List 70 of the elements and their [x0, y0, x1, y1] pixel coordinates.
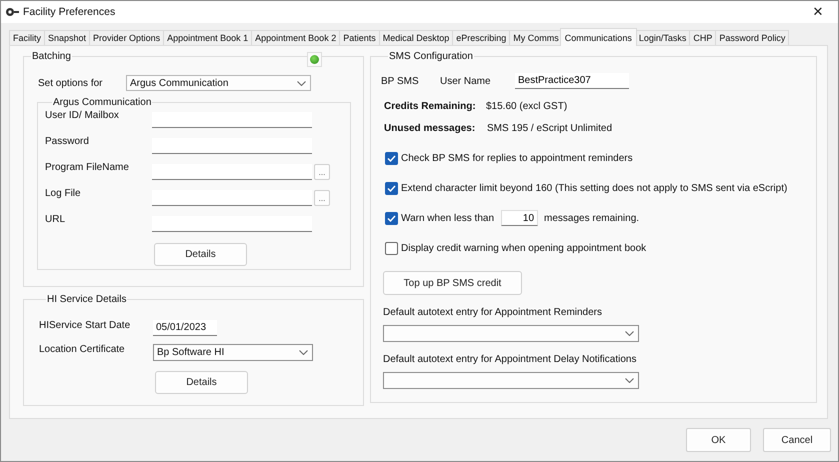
group-title: Batching	[31, 51, 72, 62]
details-button[interactable]: Details	[155, 371, 248, 394]
status-dot-icon	[310, 55, 319, 64]
input-field[interactable]	[152, 138, 312, 154]
checkbox-label[interactable]: Check BP SMS for replies to appointment reminders	[401, 152, 633, 164]
checkbox-label[interactable]: Display credit warning when opening appointment book	[401, 242, 646, 254]
close-button[interactable]: ✕	[798, 1, 838, 23]
group-title: Argus Communication	[52, 97, 152, 108]
dropdown[interactable]: Bp Software HI	[153, 344, 313, 360]
check-icon	[387, 184, 396, 192]
checkbox[interactable]	[385, 182, 398, 194]
info-label: Credits Remaining:	[384, 101, 477, 112]
field-label: Default autotext entry for Appointment Delay Notifications	[383, 354, 636, 365]
checkbox[interactable]	[385, 242, 398, 254]
field-label: User ID/ Mailbox	[45, 110, 120, 121]
service-label: BP SMS	[381, 76, 420, 86]
field-label: Program FileName	[45, 162, 130, 173]
input-field[interactable]	[152, 112, 312, 128]
tab[interactable]: Appointment Book 2	[251, 30, 340, 45]
group-title: HI Service Details	[46, 294, 128, 305]
field-label: User Name	[440, 76, 492, 86]
field-label: Set options for	[38, 78, 104, 88]
tab[interactable]: Medical Desktop	[378, 30, 454, 45]
input-field[interactable]	[152, 164, 312, 180]
tab[interactable]: Snapshot	[44, 30, 90, 45]
info-label: Unused messages:	[384, 123, 476, 134]
date-field[interactable]: 05/01/2023	[153, 320, 217, 336]
window-title: Facility Preferences	[23, 6, 116, 18]
dropdown[interactable]	[383, 325, 639, 342]
dialog-button[interactable]: OK	[686, 428, 751, 452]
field-label: Password	[45, 136, 90, 147]
tab[interactable]: Password Policy	[715, 30, 790, 45]
info-value: $15.60 (excl GST)	[486, 101, 568, 112]
tab[interactable]: Communications	[560, 28, 637, 46]
input-field[interactable]: BestPractice307	[515, 73, 629, 89]
tab[interactable]: Provider Options	[89, 30, 164, 45]
browse-button[interactable]: ...	[314, 164, 330, 180]
info-value: SMS 195 / eScript Unlimited	[487, 123, 612, 134]
check-icon	[387, 214, 396, 222]
field-label: HIService Start Date	[39, 320, 132, 331]
field-label: Location Certificate	[39, 344, 126, 355]
tab[interactable]: Login/Tasks	[634, 30, 690, 45]
field-label: Default autotext entry for Appointment Reminders	[383, 307, 602, 318]
checkbox-label[interactable]: Warn when less than	[401, 212, 494, 224]
chevron-down-icon	[299, 350, 308, 354]
checkbox[interactable]	[385, 212, 398, 224]
field-suffix: messages remaining.	[544, 212, 640, 224]
number-field[interactable]: 10	[501, 210, 538, 226]
tab[interactable]: Appointment Book 1	[163, 30, 252, 45]
checkbox[interactable]	[385, 152, 398, 164]
field-label: URL	[45, 214, 66, 225]
field-label: Log File	[45, 188, 82, 199]
chevron-down-icon	[625, 331, 634, 336]
checkbox-label[interactable]: Extend character limit beyond 160 (This setting does not apply to SMS sent via eScript)	[401, 182, 788, 194]
dropdown[interactable]	[383, 372, 639, 389]
indicator-button[interactable]	[307, 52, 322, 67]
input-field[interactable]	[152, 190, 312, 206]
dropdown[interactable]: Argus Communication	[126, 75, 311, 91]
details-button[interactable]: Details	[154, 243, 247, 266]
tab[interactable]: My Comms	[509, 30, 563, 45]
tab[interactable]: ePrescribing	[452, 30, 510, 45]
check-icon	[387, 154, 396, 162]
top-up-button[interactable]: Top up BP SMS credit	[383, 271, 522, 295]
chevron-down-icon	[625, 378, 634, 383]
browse-button[interactable]: ...	[314, 190, 330, 206]
input-field[interactable]	[152, 216, 312, 232]
tab[interactable]: Facility	[9, 30, 46, 45]
dialog-button[interactable]: Cancel	[763, 428, 831, 452]
group-title: SMS Configuration	[388, 51, 474, 62]
chevron-down-icon	[297, 80, 306, 86]
